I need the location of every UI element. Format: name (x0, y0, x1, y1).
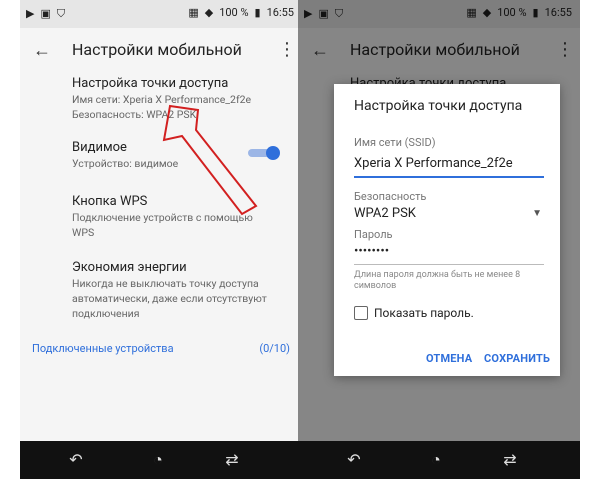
dialog-title: Настройка точки доступа (354, 98, 523, 114)
left-screen: ▶ ▣ ⛉ ▦ ◆ 100 % ▮ 16:55 ← Настройки моби… (20, 0, 302, 441)
save-button[interactable]: СОХРАНИТЬ (484, 352, 550, 365)
nav-home-icon[interactable]: ◔ (146, 450, 170, 470)
helper-line: символов (354, 281, 397, 291)
helper-line: Длина пароля должна быть не менее 8 (354, 270, 521, 280)
nav-back-icon[interactable]: ↶ (342, 450, 366, 470)
ssid-input[interactable]: Xperia X Performance_2f2e (354, 156, 513, 171)
security-select[interactable]: WPA2 PSK (354, 206, 416, 221)
nav-home-icon[interactable]: ◔ (424, 450, 448, 470)
right-screen: ▶ ▣ ⛉ ▦ ◆ 100 % ▮ 16:55 ← Настройки моби… (298, 0, 580, 441)
password-label: Пароль (354, 228, 393, 241)
left-phone: ▶ ▣ ⛉ ▦ ◆ 100 % ▮ 16:55 ← Настройки моби… (20, 0, 302, 479)
hotspot-dialog: Настройка точки доступа Имя сети (SSID) … (334, 84, 560, 376)
ssid-underline (354, 176, 544, 178)
dropdown-arrow-icon[interactable]: ▼ (532, 208, 542, 219)
ssid-label: Имя сети (SSID) (354, 136, 436, 149)
password-helper: Длина пароля должна быть не менее 8 симв… (354, 270, 544, 292)
password-input[interactable]: •••••••• (354, 244, 389, 259)
nav-recents-icon[interactable]: ⇄ (220, 450, 244, 470)
cancel-button[interactable]: ОТМЕНА (426, 352, 472, 365)
security-label: Безопасность (354, 190, 427, 203)
nav-back-icon[interactable]: ↶ (64, 450, 88, 470)
right-phone: ▶ ▣ ⛉ ▦ ◆ 100 % ▮ 16:55 ← Настройки моби… (298, 0, 580, 479)
password-underline (354, 264, 544, 265)
nav-bar: ↶ ◔ ⇄ (20, 441, 302, 479)
nav-recents-icon[interactable]: ⇄ (498, 450, 522, 470)
arrow-shape (162, 104, 258, 216)
annotation-arrow (162, 104, 258, 216)
nav-bar: ↶ ◔ ⇄ (298, 441, 580, 479)
show-password-checkbox[interactable] (354, 306, 368, 320)
show-password-label: Показать пароль. (374, 306, 474, 320)
